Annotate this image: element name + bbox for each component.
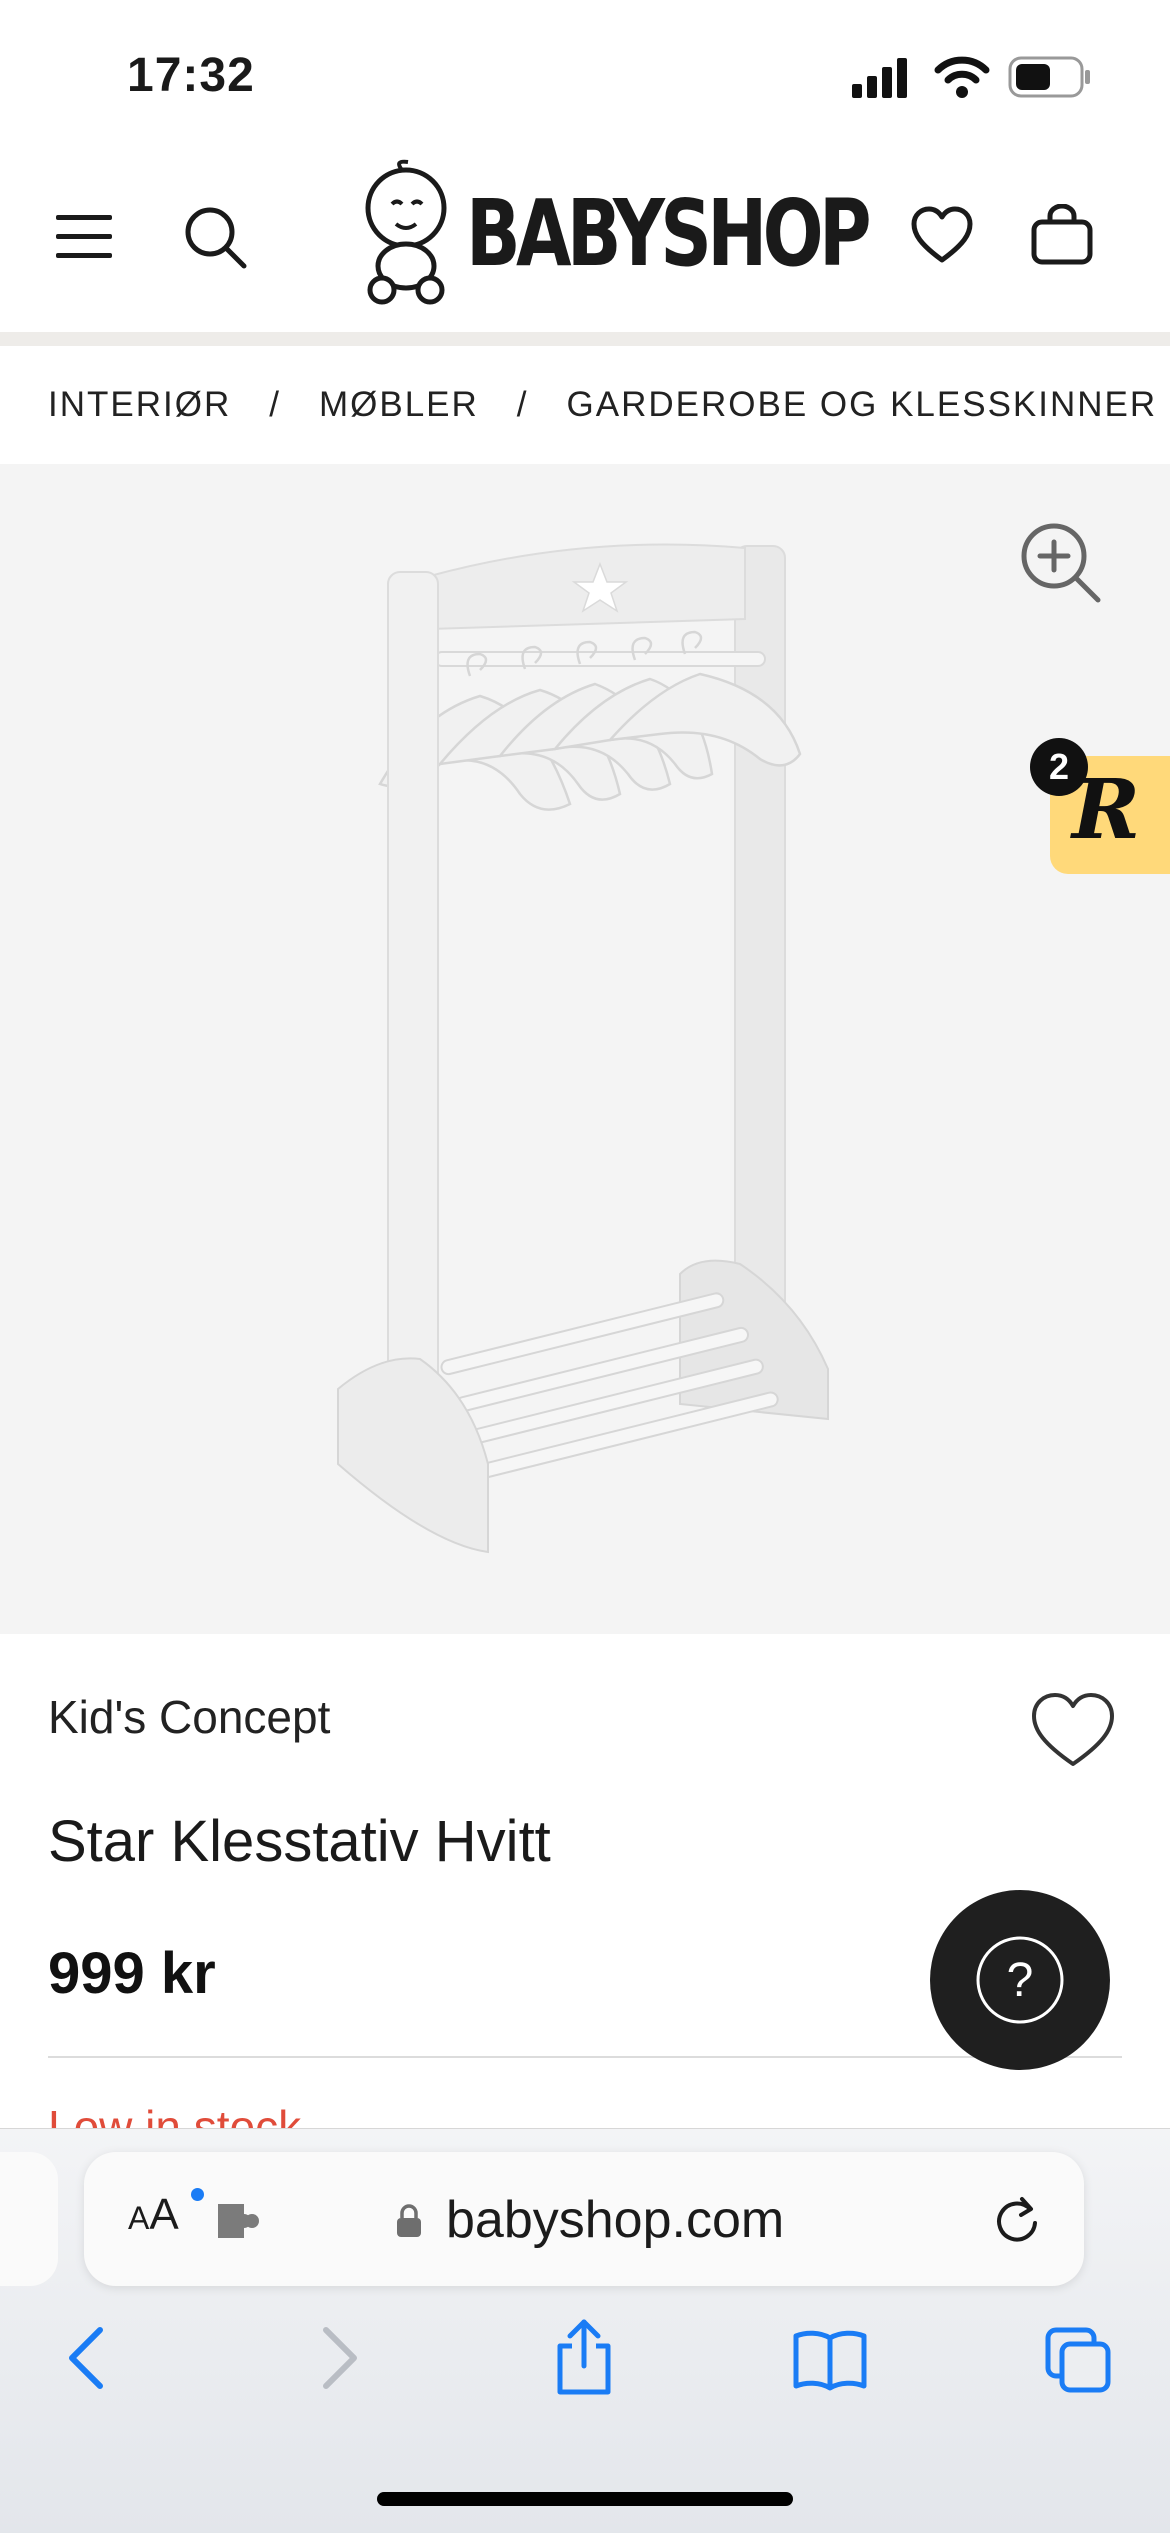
- wifi-icon: [934, 56, 990, 98]
- forward-icon[interactable]: [318, 2326, 362, 2390]
- breadcrumb-separator: /: [516, 385, 529, 424]
- share-icon[interactable]: [552, 2318, 616, 2396]
- zoom-in-icon[interactable]: [1018, 520, 1104, 606]
- logo-text: BABYSHOP: [466, 179, 872, 287]
- notification-dot: [191, 2188, 204, 2201]
- clothes-rack-illustration: [337, 543, 829, 1554]
- home-indicator: [377, 2492, 793, 2506]
- search-icon[interactable]: [182, 204, 250, 272]
- product-image[interactable]: [0, 464, 1170, 1634]
- baby-mascot-icon: [365, 159, 447, 305]
- url-text: babyshop.com: [446, 2191, 785, 2249]
- reload-icon[interactable]: [992, 2193, 1042, 2247]
- product-price: 999 kr: [48, 1941, 216, 2006]
- help-label: ?: [1007, 1954, 1034, 2007]
- product-brand[interactable]: Kid's Concept: [48, 1690, 330, 1744]
- cellular-signal-icon: [852, 58, 907, 98]
- rewards-badge: 2: [1030, 738, 1088, 796]
- help-question-icon: ?: [976, 1936, 1064, 2024]
- text-size-button[interactable]: AA: [128, 2190, 179, 2240]
- bookmarks-icon[interactable]: [792, 2328, 868, 2392]
- previous-tab-peek[interactable]: [0, 2152, 58, 2286]
- shopping-bag-icon[interactable]: [1030, 204, 1094, 266]
- product-title: Star Klesstativ Hvitt: [48, 1809, 551, 1874]
- menu-icon[interactable]: [56, 215, 112, 259]
- wishlist-heart-icon[interactable]: [910, 206, 974, 264]
- breadcrumb-item-furniture[interactable]: MØBLER: [319, 385, 479, 425]
- info-divider: [48, 2056, 1122, 2058]
- status-time: 17:32: [127, 49, 255, 102]
- favorite-heart-icon[interactable]: [1028, 1690, 1118, 1770]
- header-divider: [0, 332, 1170, 346]
- battery-icon: [1008, 56, 1090, 98]
- breadcrumb-item-interior[interactable]: INTERIØR: [48, 385, 231, 425]
- breadcrumb-item-wardrobe[interactable]: GARDEROBE OG KLESSKINNER: [567, 385, 1158, 425]
- back-icon[interactable]: [64, 2326, 108, 2390]
- lock-icon: [397, 2204, 421, 2237]
- tabs-icon[interactable]: [1044, 2326, 1114, 2396]
- help-button[interactable]: ?: [930, 1890, 1110, 2070]
- extension-puzzle-icon[interactable]: [214, 2200, 264, 2242]
- babyshop-logo[interactable]: BABYSHOP: [356, 158, 980, 308]
- breadcrumb: INTERIØR / MØBLER / GARDEROBE OG KLESSKI…: [0, 346, 1170, 464]
- breadcrumb-separator: /: [269, 385, 281, 424]
